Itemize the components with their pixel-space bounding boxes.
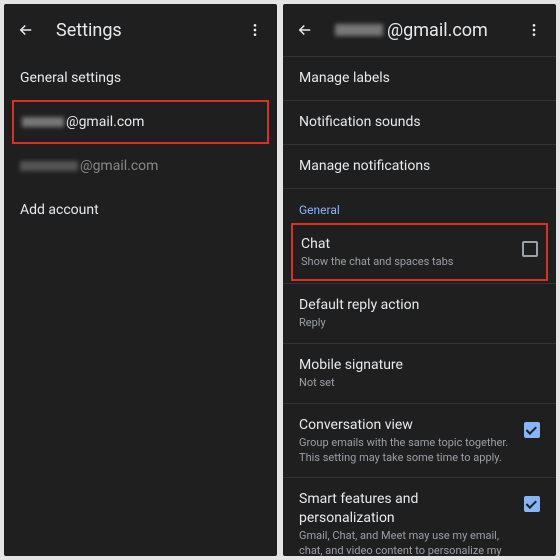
account-suffix: @gmail.com [387,20,488,41]
screen-settings-list: Settings General settings @gmail.com @gm… [4,4,277,556]
smart-features-checkbox[interactable] [524,496,540,512]
row-subtitle: Gmail, Chat, and Meet may use my email, … [299,529,510,556]
manage-labels-row[interactable]: Manage labels [283,56,556,100]
highlighted-chat-row: Chat Show the chat and spaces tabs [291,223,548,282]
account-settings-list: Manage labels Notification sounds Manage… [283,56,556,556]
conversation-checkbox[interactable] [524,422,540,438]
account-suffix: @gmail.com [80,158,158,174]
row-subtitle: Show the chat and spaces tabs [301,255,508,270]
more-icon[interactable] [245,20,265,40]
row-subtitle: Reply [299,316,540,331]
row-title: Chat [301,235,508,254]
redacted-account-prefix [20,161,78,171]
default-reply-row[interactable]: Default reply action Reply [283,283,556,343]
row-title: Manage notifications [299,157,540,176]
back-icon[interactable] [295,20,315,40]
row-title: Mobile signature [299,356,540,375]
chat-checkbox[interactable] [522,241,538,257]
back-icon[interactable] [16,20,36,40]
row-subtitle: Group emails with the same topic togethe… [299,436,510,466]
redacted-account-prefix [335,24,383,36]
account-suffix: @gmail.com [66,114,144,130]
conversation-view-row[interactable]: Conversation view Group emails with the … [283,403,556,478]
notification-sounds-row[interactable]: Notification sounds [283,100,556,144]
settings-list: General settings @gmail.com @gmail.com A… [4,56,277,556]
item-label: Add account [20,202,99,218]
row-subtitle: Not set [299,376,540,391]
add-account-item[interactable]: Add account [4,188,277,232]
smart-features-row[interactable]: Smart features and personalization Gmail… [283,477,556,556]
row-title: Notification sounds [299,113,540,132]
row-title: Manage labels [299,69,540,88]
row-title: Conversation view [299,416,510,435]
row-title: Smart features and personalization [299,490,510,528]
more-icon[interactable] [524,20,544,40]
account-item-2[interactable]: @gmail.com [4,144,277,188]
highlighted-account-item[interactable]: @gmail.com [12,100,269,144]
screen-account-settings: @gmail.com Manage labels Notification so… [283,4,556,556]
redacted-account-prefix [22,117,64,127]
section-general: General [283,188,556,223]
manage-notifications-row[interactable]: Manage notifications [283,144,556,188]
page-title: Settings [56,20,245,41]
appbar: Settings [4,4,277,56]
page-title: @gmail.com [335,20,524,41]
general-settings-item[interactable]: General settings [4,56,277,100]
row-title: Default reply action [299,296,540,315]
mobile-signature-row[interactable]: Mobile signature Not set [283,343,556,403]
chat-row[interactable]: Chat Show the chat and spaces tabs [293,225,546,280]
appbar: @gmail.com [283,4,556,56]
item-label: General settings [20,70,121,86]
